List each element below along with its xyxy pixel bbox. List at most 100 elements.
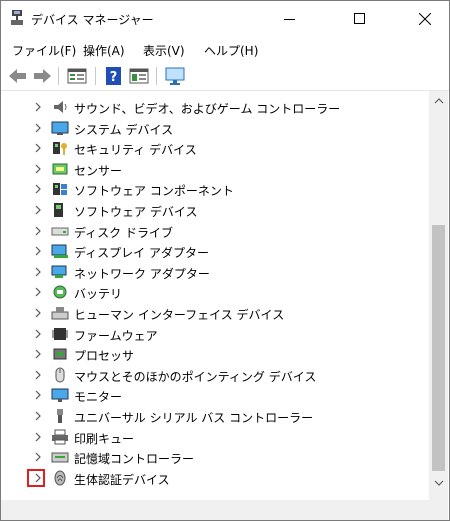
horizontal-scroll-area (1, 500, 429, 520)
close-button[interactable] (402, 1, 448, 37)
view-icon (129, 68, 149, 84)
tree-item-label: ディスプレイ アダプター (74, 246, 209, 261)
expand-chevron-icon[interactable] (32, 266, 44, 278)
expand-chevron-icon[interactable] (32, 451, 44, 463)
hid-icon (51, 305, 69, 321)
tree-item[interactable]: プロセッサ (1, 344, 429, 365)
system-device-icon (51, 120, 69, 136)
minimize-button[interactable] (267, 1, 313, 37)
expand-chevron-icon[interactable] (32, 225, 44, 237)
printer-icon (51, 429, 69, 445)
tree-item-label: ネットワーク アダプター (74, 266, 210, 281)
biometric-icon (51, 470, 69, 486)
tree-item[interactable]: ソフトウェア デバイス (1, 200, 429, 221)
tree-item-label: ソフトウェア デバイス (74, 205, 198, 219)
battery-icon (51, 284, 69, 300)
sensor-icon (51, 161, 69, 177)
device-manager-app-icon (10, 10, 24, 26)
tree-item[interactable]: マウスとそのほかのポインティング デバイス (1, 365, 429, 386)
tree-item-label: ユニバーサル シリアル バス コントローラー (74, 411, 314, 425)
firmware-icon (51, 326, 69, 342)
tree-item-label: サウンド、ビデオ、およびゲーム コントローラー (74, 102, 341, 116)
monitor-icon (165, 67, 185, 85)
processor-icon (51, 346, 69, 362)
view-button[interactable] (128, 66, 150, 86)
scan-hardware-button[interactable] (164, 66, 186, 86)
expand-chevron-icon[interactable] (32, 101, 44, 113)
menu-file[interactable]: ファイル(F) (12, 42, 76, 59)
tree-item[interactable]: センサー (1, 159, 429, 180)
tree-item-label: プロセッサ (74, 349, 135, 364)
tree-item[interactable]: 記憶域コントローラー (1, 447, 429, 468)
expand-chevron-icon[interactable] (32, 245, 44, 257)
tree-item[interactable]: モニター (1, 385, 429, 406)
tree-item[interactable]: ディスプレイ アダプター (1, 241, 429, 262)
tree-item[interactable]: ソフトウェア コンポーネント (1, 179, 429, 200)
tree-item[interactable]: ファームウェア (1, 324, 429, 345)
menu-view[interactable]: 表示(V) (143, 42, 185, 59)
scroll-down-arrow[interactable] (433, 477, 445, 487)
tree-item[interactable]: 生体認証デバイス (1, 468, 429, 489)
expand-chevron-icon[interactable] (32, 410, 44, 422)
tree-item-label: 生体認証デバイス (74, 472, 170, 487)
tree-item-label: セキュリティ デバイス (74, 143, 197, 158)
scroll-corner (429, 500, 448, 520)
tree-item[interactable]: バッテリ (1, 282, 429, 303)
tree-item-label: ディスク ドライブ (74, 225, 173, 240)
title-bar[interactable]: デバイス マネージャー (1, 1, 449, 37)
disk-drive-icon (51, 223, 69, 239)
expand-chevron-icon[interactable] (32, 389, 44, 401)
speaker-icon (51, 99, 69, 115)
expand-chevron-icon[interactable] (32, 142, 44, 154)
tree-item-label: バッテリ (74, 287, 123, 302)
scrollbar-thumb[interactable] (432, 225, 445, 471)
expand-chevron-icon[interactable] (32, 369, 44, 381)
tree-item-label: モニター (74, 390, 123, 405)
tree-item-label: ファームウェア (74, 328, 158, 343)
forward-icon (34, 69, 51, 83)
device-tree: サウンド、ビデオ、およびゲーム コントローラー システム デバイスセキュリティ デ… (1, 91, 429, 520)
tree-item[interactable]: ネットワーク アダプター (1, 262, 429, 283)
expand-chevron-icon[interactable] (32, 286, 44, 298)
expand-chevron-icon[interactable] (32, 348, 44, 360)
maximize-button[interactable] (336, 1, 382, 37)
tree-item-label: ソフトウェア コンポーネント (74, 184, 234, 199)
expand-chevron-icon[interactable] (32, 163, 44, 175)
tree-item-label: 印刷キュー (74, 431, 135, 446)
tree-item-label: システム デバイス (74, 122, 174, 137)
menu-bar: ファイル(F) 操作(A) 表示(V) ヘルプ(H) (1, 39, 449, 61)
back-icon (9, 69, 26, 83)
security-device-icon (51, 140, 69, 156)
close-icon (419, 13, 431, 25)
monitor-icon (51, 387, 69, 403)
help-icon: ? (106, 67, 121, 85)
expand-chevron-icon[interactable] (32, 204, 44, 216)
expand-chevron-icon[interactable] (32, 122, 44, 134)
software-device-icon (51, 202, 69, 218)
expand-chevron-icon[interactable] (32, 183, 44, 195)
svg-text:?: ? (110, 70, 118, 85)
storage-controller-icon (51, 449, 69, 465)
tree-item[interactable]: システム デバイス (1, 118, 429, 139)
tree-item[interactable]: ユニバーサル シリアル バス コントローラー (1, 406, 429, 427)
tree-item-label: ヒューマン インターフェイス デバイス (74, 308, 285, 322)
expand-chevron-icon[interactable] (32, 328, 44, 340)
expand-chevron-icon[interactable] (32, 431, 44, 443)
menu-action[interactable]: 操作(A) (83, 42, 125, 59)
tree-item[interactable]: ディスク ドライブ (1, 221, 429, 242)
software-component-icon (51, 181, 69, 197)
tree-item[interactable]: サウンド、ビデオ、およびゲーム コントローラー (1, 97, 429, 118)
tree-item[interactable]: ヒューマン インターフェイス デバイス (1, 303, 429, 324)
forward-button[interactable] (31, 66, 53, 86)
back-button[interactable] (7, 66, 29, 86)
expand-chevron-icon[interactable] (32, 307, 44, 319)
toolbar-separator (156, 67, 157, 85)
menu-help[interactable]: ヘルプ(H) (204, 42, 258, 59)
help-button[interactable]: ? (103, 66, 125, 86)
properties-button[interactable] (66, 66, 88, 86)
properties-icon (67, 68, 87, 84)
scroll-up-arrow[interactable] (433, 95, 445, 105)
device-manager-window: デバイス マネージャー ファイル(F) 操作(A) 表示(V) ヘルプ(H) ?… (0, 0, 450, 521)
tree-item[interactable]: セキュリティ デバイス (1, 138, 429, 159)
tree-item[interactable]: 印刷キュー (1, 427, 429, 448)
